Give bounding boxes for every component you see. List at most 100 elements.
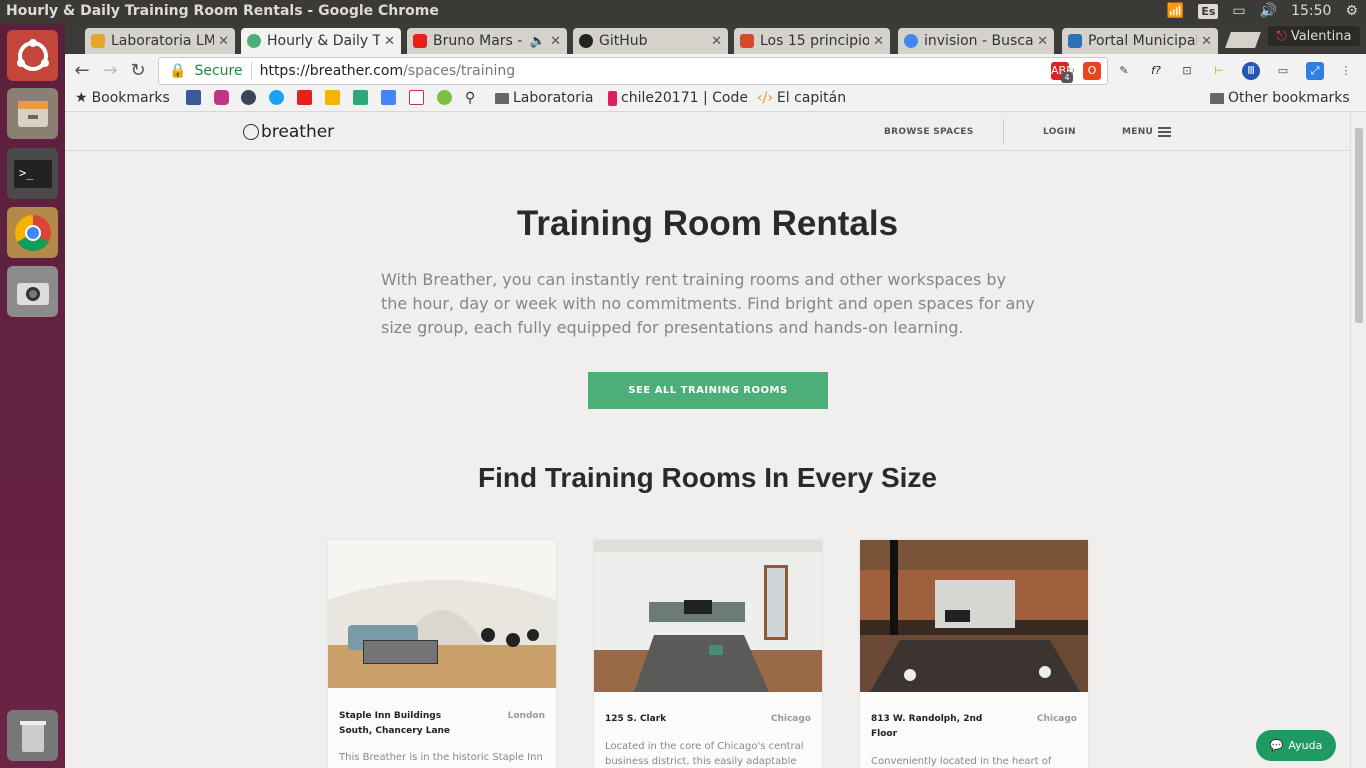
keyboard-layout-indicator[interactable]: Es	[1198, 3, 1219, 19]
close-icon[interactable]: ✕	[550, 34, 561, 49]
bookmark-el-capitan[interactable]: ‹/› El capitán	[757, 90, 846, 106]
youtube-bookmark[interactable]	[297, 90, 312, 105]
article-favicon-icon	[740, 34, 754, 48]
space-description: Located in the core of Chicago's central…	[605, 741, 804, 767]
tab-bruno-mars[interactable]: Bruno Mars - 🔈 ✕	[407, 28, 567, 54]
address-bar[interactable]: 🔒 Secure https://breather.com/spaces/tra…	[158, 57, 1108, 85]
wifi-icon[interactable]: 📶	[1167, 3, 1184, 19]
tumblr-icon	[241, 90, 256, 105]
clock[interactable]: 15:50	[1291, 3, 1331, 19]
bookmark-chile-code[interactable]: chile20171 | Code	[608, 90, 748, 106]
settings-gear-icon[interactable]: ⚙	[1345, 3, 1358, 19]
space-photo[interactable]	[594, 540, 822, 692]
bookmark-folder-laboratoria[interactable]: Laboratoria	[495, 90, 593, 106]
evernote-bookmark[interactable]	[437, 90, 452, 105]
back-button[interactable]: ←	[71, 60, 93, 82]
space-name[interactable]: 813 W. Randolph, 2nd Floor	[871, 712, 991, 742]
scrollbar-thumb[interactable]	[1355, 128, 1363, 323]
ubuntu-dash-icon[interactable]	[7, 30, 58, 81]
folder-icon	[1210, 92, 1224, 104]
eyedropper-icon[interactable]: ✎	[1115, 62, 1133, 80]
tab-invision-search[interactable]: invision - Buscar ✕	[898, 28, 1054, 54]
tumblr-bookmark[interactable]	[241, 90, 256, 105]
star-icon: ★	[75, 90, 88, 106]
space-name[interactable]: 125 S. Clark	[605, 712, 725, 727]
volume-icon[interactable]: 🔊	[1260, 3, 1277, 19]
files-icon[interactable]	[7, 88, 58, 139]
close-icon[interactable]: ✕	[384, 34, 395, 49]
tab-strip: Laboratoria LMS✕ Hourly & Daily Training…	[65, 24, 1366, 54]
facebook-icon	[186, 90, 201, 105]
instagram-bookmark[interactable]	[214, 90, 229, 105]
breather-favicon-icon	[247, 34, 261, 48]
tab-label: Los 15 principios	[760, 33, 870, 49]
window-title: Hourly & Daily Training Room Rentals - G…	[6, 3, 439, 19]
close-icon[interactable]: ✕	[1037, 34, 1048, 49]
github-favicon-icon	[579, 34, 593, 48]
login-link[interactable]: LOGIN	[1043, 127, 1076, 137]
url-path: /spaces/training	[403, 63, 516, 79]
reload-button[interactable]: ↻	[127, 60, 149, 82]
breather-logo[interactable]: breather	[243, 122, 334, 142]
bookmark-app-1[interactable]	[325, 90, 340, 105]
see-all-training-rooms-button[interactable]: SEE ALL TRAINING ROOMS	[588, 372, 828, 409]
extension-circle-icon[interactable]: Ⅲ	[1242, 62, 1260, 80]
chrome-icon[interactable]	[7, 207, 58, 258]
cast-icon[interactable]: ⊡	[1178, 62, 1196, 80]
close-icon[interactable]: ✕	[1201, 34, 1212, 49]
profile-button[interactable]: ⎋ Valentina	[1268, 26, 1360, 46]
space-description: Conveniently located in the heart of Ful…	[871, 756, 1052, 767]
tab-laboratoria[interactable]: Laboratoria LMS ✕	[85, 28, 235, 54]
page-scrollbar[interactable]	[1350, 112, 1366, 768]
space-photo[interactable]	[328, 540, 556, 688]
portal-favicon-icon	[1068, 34, 1082, 48]
ruler-icon[interactable]: ⊢	[1210, 62, 1228, 80]
close-icon[interactable]: ✕	[711, 34, 722, 49]
close-icon[interactable]: ✕	[218, 34, 229, 49]
office-icon[interactable]: O	[1083, 62, 1101, 80]
facebook-bookmark[interactable]	[186, 90, 201, 105]
translate-bookmark[interactable]	[381, 90, 396, 105]
new-tab-button[interactable]	[1225, 32, 1261, 48]
close-icon[interactable]: ✕	[873, 34, 884, 49]
battery-icon[interactable]: ▭	[1232, 3, 1245, 19]
secure-label: Secure	[194, 63, 243, 79]
unity-launcher: >_	[0, 24, 65, 768]
menu-link[interactable]: MENU	[1122, 127, 1153, 137]
window-icon[interactable]: ▭	[1274, 62, 1292, 80]
tab-portal-municipal[interactable]: Portal Municipal ✕	[1062, 28, 1218, 54]
url-host: https://breather.com	[259, 63, 404, 79]
space-card-london[interactable]: Staple Inn Buildings South, Chancery Lan…	[328, 540, 556, 768]
youtube-favicon-icon	[413, 34, 427, 48]
tab-github[interactable]: GitHub ✕	[573, 28, 728, 54]
hamburger-icon[interactable]	[1158, 127, 1171, 139]
terminal-icon[interactable]: >_	[7, 148, 58, 199]
forward-button[interactable]: →	[99, 60, 121, 82]
bookmarks-button[interactable]: ★ Bookmarks	[75, 90, 170, 106]
page-title: Training Room Rentals	[516, 204, 899, 243]
space-card-clark[interactable]: 125 S. Clark Chicago Located in the core…	[594, 540, 822, 768]
tab-training-rooms[interactable]: Hourly & Daily Training ✕	[241, 28, 401, 54]
resize-icon[interactable]: ⤢	[1306, 62, 1324, 80]
space-description: This Breather is in the historic Staple …	[339, 752, 543, 763]
instagram-icon	[214, 90, 229, 105]
trash-icon[interactable]	[7, 710, 58, 761]
camera-icon[interactable]	[7, 266, 58, 317]
space-name[interactable]: Staple Inn Buildings South, Chancery Lan…	[339, 709, 459, 739]
site-header: breather BROWSE SPACES LOGIN MENU	[65, 112, 1350, 151]
space-card-randolph[interactable]: 813 W. Randolph, 2nd Floor Chicago Conve…	[860, 540, 1088, 768]
browse-spaces-link[interactable]: BROWSE SPACES	[884, 127, 973, 137]
other-bookmarks[interactable]: Other bookmarks	[1210, 90, 1350, 106]
audio-icon[interactable]: 🔈	[530, 34, 546, 49]
space-city: Chicago	[1036, 714, 1077, 724]
space-photo[interactable]	[860, 540, 1088, 692]
twitter-bookmark[interactable]	[269, 90, 284, 105]
tab-principios[interactable]: Los 15 principios ✕	[734, 28, 890, 54]
sync-icon	[353, 90, 368, 105]
pin-bookmark[interactable]: ⚲	[465, 90, 475, 106]
wordreference-bookmark[interactable]	[409, 90, 424, 105]
bookmark-app-2[interactable]	[353, 90, 368, 105]
formula-icon[interactable]: f?	[1147, 62, 1165, 80]
help-chat-button[interactable]: 💬 Ayuda	[1256, 730, 1336, 761]
chrome-menu-icon[interactable]: ⋮	[1337, 62, 1355, 80]
